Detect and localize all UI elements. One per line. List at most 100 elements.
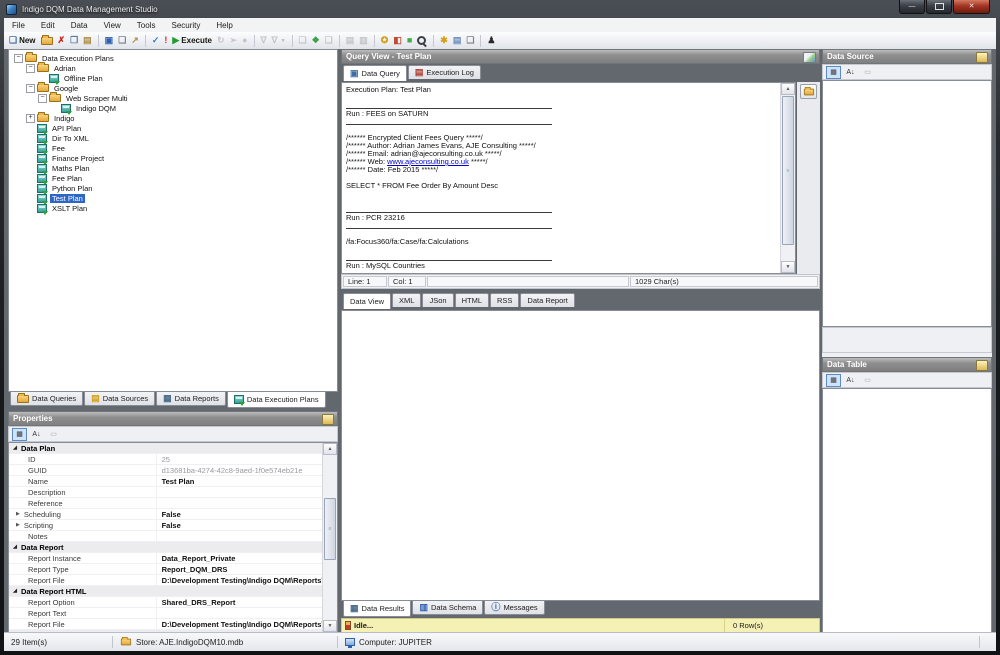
collapse-icon[interactable]: −: [14, 54, 23, 63]
save-button[interactable]: ▣: [103, 33, 116, 48]
alphabetical-sort-button[interactable]: A↓: [843, 66, 858, 79]
panel-menu-icon[interactable]: [322, 414, 334, 425]
property-category-data-report-html[interactable]: ◢Data Report HTML: [9, 586, 337, 597]
data-view-area[interactable]: [341, 310, 820, 601]
collapse-icon[interactable]: −: [38, 94, 47, 103]
tab-execution-log[interactable]: ▤Execution Log: [408, 65, 481, 79]
property-row-name[interactable]: NameTest Plan: [9, 476, 337, 487]
validate-button[interactable]: ✓: [150, 33, 162, 48]
save-all-button[interactable]: ❑: [116, 33, 128, 48]
property-row-report-file[interactable]: Report FileD:\Development Testing\Indigo…: [9, 575, 337, 586]
tab-data-view[interactable]: Data View: [343, 293, 391, 309]
tree-item-fee[interactable]: Fee: [9, 143, 337, 153]
panel-menu-icon[interactable]: [976, 360, 988, 371]
query-editor[interactable]: Execution Plan: Test PlanRun : FEES on S…: [341, 82, 796, 274]
menu-edit[interactable]: Edit: [33, 20, 63, 31]
new-button[interactable]: ❏New: [7, 33, 38, 48]
property-row-report-option[interactable]: Report OptionShared_DRS_Report: [9, 597, 337, 608]
tree-item-adrian[interactable]: −Adrian: [9, 63, 337, 73]
copy-button[interactable]: ❐: [68, 33, 80, 48]
tree-item-python-plan[interactable]: Python Plan: [9, 183, 337, 193]
search-button[interactable]: [415, 33, 429, 48]
execute-button[interactable]: ▶Execute: [170, 33, 214, 48]
tree-item-test-plan[interactable]: Test Plan: [9, 193, 337, 203]
tree-item-indigo-dqm[interactable]: Indigo DQM: [9, 103, 337, 113]
alphabetical-sort-button[interactable]: A↓: [29, 428, 44, 441]
scrollbar-thumb[interactable]: ≡: [324, 498, 336, 560]
property-value[interactable]: 25: [157, 454, 337, 464]
menu-tools[interactable]: Tools: [129, 20, 164, 31]
property-row-scripting[interactable]: ▶ScriptingFalse: [9, 520, 337, 531]
tab-data-query[interactable]: ▣Data Query: [343, 65, 407, 81]
key-button[interactable]: ✱: [438, 33, 450, 48]
exit-button[interactable]: ♟: [485, 33, 497, 48]
scroll-down-icon[interactable]: ▼: [323, 620, 337, 632]
property-row-id[interactable]: ID25: [9, 454, 337, 465]
property-value[interactable]: Report_DQM_DRS: [157, 564, 337, 574]
query-scrollbar[interactable]: ▲ ▼ ≡: [780, 83, 795, 273]
property-value[interactable]: False: [157, 509, 337, 519]
menu-view[interactable]: View: [96, 20, 129, 31]
document-view-button[interactable]: ❑: [464, 33, 476, 48]
property-value[interactable]: Shared_DRS_Report: [157, 597, 337, 607]
menu-help[interactable]: Help: [208, 20, 240, 31]
compare-panels-button[interactable]: ◧: [391, 33, 404, 48]
tab-data-results[interactable]: ▦Data Results: [343, 601, 411, 617]
property-value[interactable]: d13681ba-4274-42c8-9aed-1f0e574eb21e: [157, 465, 337, 475]
scroll-up-icon[interactable]: ▲: [781, 83, 795, 95]
security-button[interactable]: ✪: [379, 33, 391, 48]
tree-item-maths-plan[interactable]: Maths Plan: [9, 163, 337, 173]
property-value[interactable]: [157, 608, 337, 618]
web-link[interactable]: www.ajeconsulting.co.uk: [387, 158, 469, 166]
tab-messages[interactable]: ⓘMessages: [484, 601, 544, 615]
tree-item-dir-to-xml[interactable]: Dir To XML: [9, 133, 337, 143]
database-button[interactable]: ▤: [451, 33, 464, 48]
property-value[interactable]: [157, 498, 337, 508]
categorized-button[interactable]: ▦: [826, 66, 841, 79]
tree-item-data-execution-plans[interactable]: −Data Execution Plans: [9, 53, 337, 63]
property-value[interactable]: D:\Development Testing\Indigo DQM\Report…: [157, 575, 337, 585]
tab-data-queries[interactable]: Data Queries: [10, 392, 83, 406]
scroll-up-icon[interactable]: ▲: [323, 443, 337, 455]
tab-data-schema[interactable]: ▥Data Schema: [412, 601, 483, 615]
property-row-reference[interactable]: Reference: [9, 498, 337, 509]
menu-data[interactable]: Data: [63, 20, 96, 31]
close-button[interactable]: ✕: [953, 0, 990, 14]
scroll-down-icon[interactable]: ▼: [781, 261, 795, 273]
title-bar[interactable]: Indigo DQM Data Management Studio: [0, 0, 1000, 18]
tree-item-google[interactable]: −Google: [9, 83, 337, 93]
data-source-grid[interactable]: [822, 80, 992, 327]
data-table-grid[interactable]: [822, 388, 992, 633]
script-button[interactable]: ❖: [310, 33, 322, 48]
scrollbar-thumb[interactable]: ≡: [782, 96, 794, 245]
collapse-icon[interactable]: −: [26, 84, 35, 93]
resize-grip[interactable]: [980, 633, 996, 651]
tree-item-web-scraper-multi[interactable]: −Web Scraper Multi: [9, 93, 337, 103]
paste-button[interactable]: ▤: [81, 33, 94, 48]
tree-item-indigo[interactable]: +Indigo: [9, 113, 337, 123]
tree-item-fee-plan[interactable]: Fee Plan: [9, 173, 337, 183]
menu-security[interactable]: Security: [163, 20, 208, 31]
tab-rss[interactable]: RSS: [490, 293, 519, 307]
data-view-button[interactable]: ■: [405, 33, 414, 48]
expand-icon[interactable]: +: [26, 114, 35, 123]
tree-item-xslt-plan[interactable]: XSLT Plan: [9, 203, 337, 213]
property-value[interactable]: False: [157, 520, 337, 530]
collapse-icon[interactable]: −: [26, 64, 35, 73]
property-row-description[interactable]: Description: [9, 487, 337, 498]
tab-data-sources[interactable]: ▤Data Sources: [84, 392, 155, 406]
property-row-guid[interactable]: GUIDd13681ba-4274-42c8-9aed-1f0e574eb21e: [9, 465, 337, 476]
alphabetical-sort-button[interactable]: A↓: [843, 374, 858, 387]
tab-xml[interactable]: XML: [392, 293, 421, 307]
open-query-button[interactable]: [800, 84, 817, 99]
tab-data-execution-plans[interactable]: Data Execution Plans: [227, 392, 326, 408]
property-value[interactable]: Data_Report_Private: [157, 553, 337, 563]
error-check-button[interactable]: !: [162, 33, 169, 48]
property-value[interactable]: Test Plan: [157, 476, 337, 486]
property-row-report-file[interactable]: Report FileD:\Development Testing\Indigo…: [9, 619, 337, 630]
property-row-scheduling[interactable]: ▶SchedulingFalse: [9, 509, 337, 520]
maximize-button[interactable]: [926, 0, 952, 14]
expand-icon[interactable]: ▶: [16, 511, 20, 517]
tree-item-api-plan[interactable]: API Plan: [9, 123, 337, 133]
tab-data-reports[interactable]: ▦Data Reports: [156, 392, 226, 406]
